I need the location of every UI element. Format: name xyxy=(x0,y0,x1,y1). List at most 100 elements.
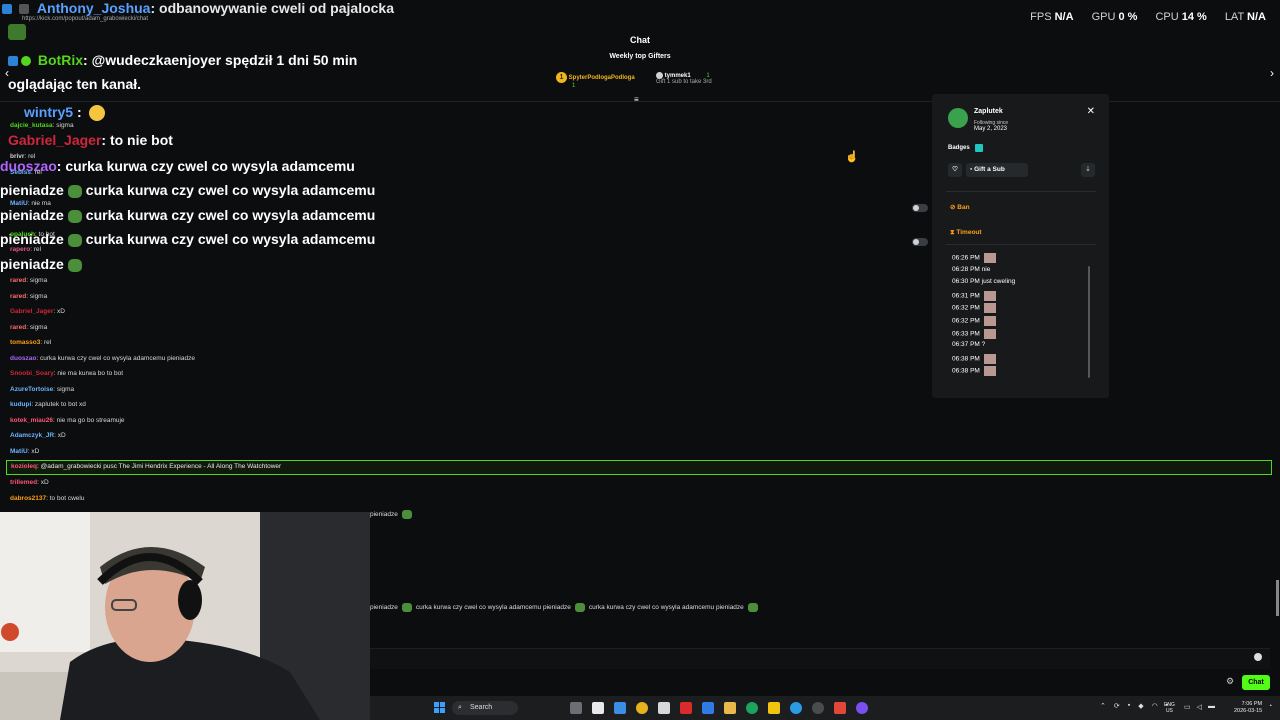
chat-username[interactable]: Snoobi_Soary xyxy=(10,370,54,377)
history-time: 06:38 PM xyxy=(952,355,982,363)
pen-app-icon[interactable] xyxy=(614,702,626,714)
following-date: May 2, 2023 xyxy=(974,126,1008,132)
chat-username[interactable]: rared xyxy=(10,277,26,284)
chat-line[interactable]: kotek_miau26: nie ma go bo streamuje xyxy=(10,417,125,424)
chat-username[interactable]: MatiU xyxy=(10,448,28,455)
chat-username[interactable]: Adamczyk_JR xyxy=(10,432,54,439)
chat-line[interactable]: kudupi: zaplutek to bot xd xyxy=(10,401,86,408)
obs-icon[interactable] xyxy=(812,702,824,714)
history-scrollbar[interactable] xyxy=(1088,266,1090,378)
brave-icon[interactable] xyxy=(834,702,846,714)
chat-username[interactable]: rared xyxy=(10,293,26,300)
ban-toggle[interactable] xyxy=(912,204,928,212)
chat-send-button[interactable]: Chat xyxy=(1242,675,1270,690)
chat-text: : curka kurwa czy cwel co wysyla adamcem… xyxy=(36,354,195,362)
taskbar-search[interactable]: ⌕ Search xyxy=(452,701,519,715)
app-tray-icon[interactable]: ▪ xyxy=(1128,702,1130,710)
chat-line[interactable]: Adamczyk_JR: xD xyxy=(10,432,66,439)
chat-line[interactable]: rared: sigma xyxy=(10,324,47,331)
sync-icon[interactable]: ⟳ xyxy=(1114,702,1120,710)
chat-line[interactable]: tomasso3: rel xyxy=(10,339,51,346)
expand-icon[interactable]: ≡ xyxy=(634,95,639,104)
chat-username[interactable]: rapero xyxy=(10,246,30,253)
pin-icon[interactable]: ⇣ xyxy=(1081,163,1095,177)
chat-text: : to bot xyxy=(34,231,55,238)
timeout-toggle[interactable] xyxy=(912,238,928,246)
chat-username[interactable]: duoszao xyxy=(10,355,36,362)
chat-line[interactable]: MatiU: xD xyxy=(10,448,39,455)
edge-icon[interactable] xyxy=(790,702,802,714)
gift-icon: ▪ xyxy=(970,166,973,173)
chat-line[interactable]: rared: sigma xyxy=(10,293,47,300)
yellow-app-icon[interactable] xyxy=(768,702,780,714)
gifter-1[interactable]: 1 SpyterPodlogaPodloga 1 xyxy=(556,72,635,89)
wifi-icon[interactable]: ◠ xyxy=(1152,702,1158,710)
chat-text: : sigma xyxy=(26,277,48,284)
chat-username[interactable]: trillemed xyxy=(10,479,37,486)
network-icon[interactable]: ▭ xyxy=(1184,703,1191,711)
volume-icon[interactable]: ◁ xyxy=(1197,703,1202,711)
chat-line[interactable]: Sebiss: rel xyxy=(10,169,42,176)
chat-username[interactable]: rared xyxy=(10,324,26,331)
chat-username[interactable]: kotek_miau26 xyxy=(10,417,53,424)
gift-sub-button[interactable]: ▪ Gift a Sub xyxy=(966,163,1028,177)
highlighted-message[interactable]: kozioleq: @adam_grabowiecki pusc The Jim… xyxy=(6,460,1272,475)
verified-badge-icon xyxy=(21,56,31,67)
emote-icon xyxy=(67,184,82,198)
red-l-app-icon[interactable] xyxy=(680,702,692,714)
messenger-icon[interactable] xyxy=(856,702,868,714)
calendar-app-icon[interactable] xyxy=(658,702,670,714)
emote-icon xyxy=(574,603,585,612)
emote-icon xyxy=(401,510,412,519)
gear-icon[interactable]: ⚙ xyxy=(1226,676,1234,687)
rank-coin-icon: 1 xyxy=(556,72,567,83)
chat-username[interactable]: MatiU xyxy=(10,200,28,207)
gifter-2[interactable]: tymmek1 1 Gift 1 sub to take 3rd xyxy=(656,72,712,85)
user-avatar xyxy=(948,108,968,128)
chat-username[interactable]: Gabriel_Jager xyxy=(10,308,53,315)
notepad-icon[interactable] xyxy=(592,702,604,714)
chat-username[interactable]: dajcie_kutasa xyxy=(10,122,53,129)
chat-username[interactable]: tomasso3 xyxy=(10,339,40,346)
chat-line[interactable]: dabros2137: to bot cwelu xyxy=(10,495,84,502)
chevron-up-icon[interactable]: ⌃ xyxy=(1100,702,1106,710)
chat-username[interactable]: dabros2137 xyxy=(10,495,46,502)
chat-username[interactable]: kudupi xyxy=(10,401,31,408)
notifications-icon[interactable]: ◔ xyxy=(1268,703,1272,710)
chat-line[interactable]: trillemed: xD xyxy=(10,479,49,486)
chevron-right-icon[interactable]: › xyxy=(1270,66,1274,80)
chat-text: : nie ma go bo streamuje xyxy=(53,416,125,424)
page-scrollbar[interactable] xyxy=(1276,580,1279,616)
chat-line[interactable]: duoszao: curka kurwa czy cwel co wysyla … xyxy=(10,355,195,362)
chat-username[interactable]: AzureTortoise xyxy=(10,386,53,393)
task-view-icon[interactable] xyxy=(570,702,582,714)
green-app-icon[interactable] xyxy=(746,702,758,714)
chat-line[interactable]: Snoobi_Soary: nie ma kurwa bo to bot xyxy=(10,370,123,377)
overlay-wintry: wintry5: xyxy=(8,104,105,122)
close-icon[interactable]: ✕ xyxy=(1087,106,1095,117)
mail-app-icon[interactable] xyxy=(702,702,714,714)
taskbar-clock[interactable]: 7:06 PM 2026-03-15 xyxy=(1234,701,1262,715)
heart-icon[interactable]: ♡ xyxy=(948,163,962,177)
chat-line[interactable]: Gabriel_Jager: xD xyxy=(10,308,65,315)
chat-line[interactable]: dajcie_kutasa: sigma xyxy=(10,122,74,129)
emoji-icon[interactable] xyxy=(1254,653,1262,661)
chat-line[interactable]: AzureTortoise: sigma xyxy=(10,386,74,393)
chat-line[interactable]: brivr: rel xyxy=(10,153,35,160)
chat-username[interactable]: opaluch xyxy=(10,231,35,238)
chat-line[interactable]: rapero: rel xyxy=(10,246,41,253)
windows-start-icon[interactable] xyxy=(434,702,445,713)
chat-username[interactable]: Sebiss xyxy=(10,169,31,176)
chat-line[interactable]: opaluch: to bot xyxy=(10,231,55,238)
chat-line[interactable]: rared: sigma xyxy=(10,277,47,284)
folder-icon[interactable] xyxy=(724,702,736,714)
chat-line[interactable]: MatiU: nie ma xyxy=(10,200,51,207)
battery-icon[interactable]: ▬ xyxy=(1208,703,1215,711)
chat-input[interactable] xyxy=(370,648,1270,669)
language-indicator[interactable]: ENG US xyxy=(1164,702,1175,714)
chrome-like-icon[interactable] xyxy=(636,702,648,714)
shield-icon[interactable]: ◆ xyxy=(1138,702,1143,710)
laughing-emoji-icon xyxy=(88,105,105,122)
chat-username[interactable]: brivr xyxy=(10,153,24,160)
user-badge-icon xyxy=(19,3,30,14)
